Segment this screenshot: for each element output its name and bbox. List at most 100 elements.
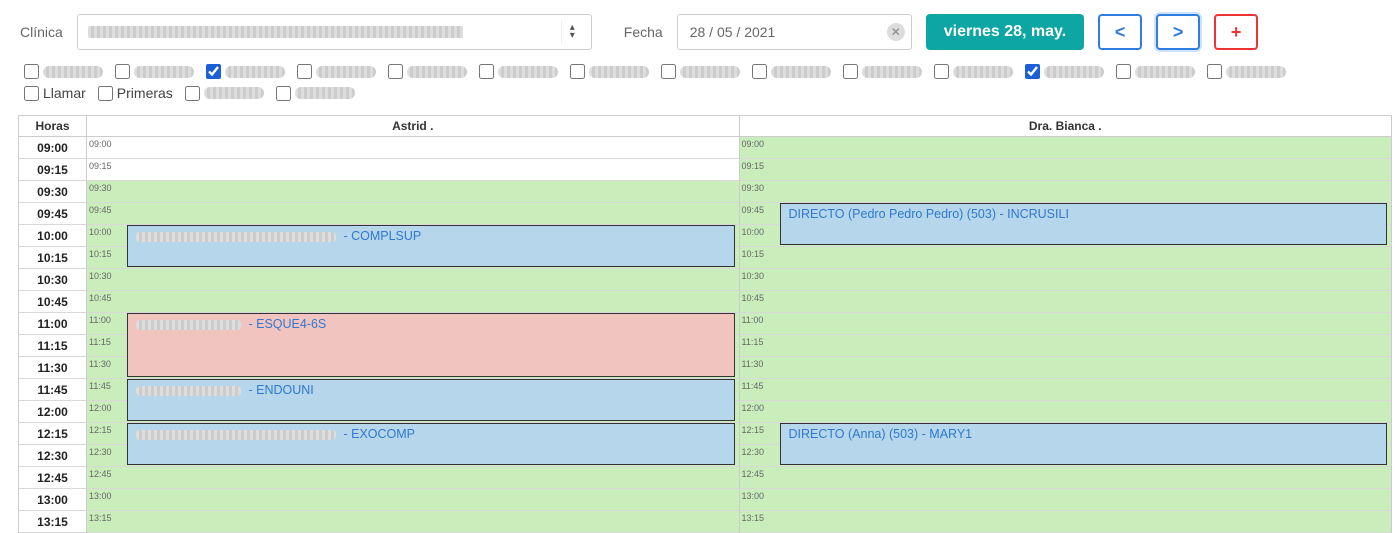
cell-time-label: 13:15	[89, 513, 112, 523]
schedule-cell[interactable]: 11:30	[740, 357, 1392, 379]
schedule-cell[interactable]: 11:45	[740, 379, 1392, 401]
schedule-cell[interactable]: 09:30	[740, 181, 1392, 203]
schedule-cell[interactable]: 10:45	[740, 291, 1392, 313]
next-day-button[interactable]: >	[1156, 14, 1200, 50]
clear-date-icon[interactable]: ✕	[887, 23, 905, 41]
time-slot: 10:30	[19, 269, 86, 291]
cell-time-label: 12:30	[742, 447, 765, 457]
filter-llamar[interactable]: Llamar	[24, 85, 86, 101]
clinic-value-blurred	[88, 26, 463, 38]
prev-day-button[interactable]: <	[1098, 14, 1142, 50]
filter-check-0-checkbox[interactable]	[24, 64, 39, 79]
filter-check-12[interactable]	[1116, 64, 1195, 79]
cell-time-label: 10:15	[742, 249, 765, 259]
filter-check-2[interactable]	[206, 64, 285, 79]
filter-check-8-checkbox[interactable]	[752, 64, 767, 79]
schedule-cell[interactable]: 12:00	[740, 401, 1392, 423]
schedule-cell[interactable]: 12:45	[87, 467, 739, 489]
filter-check-1[interactable]	[115, 64, 194, 79]
schedule-cell[interactable]: 09:15	[87, 159, 739, 181]
filter-check-9-checkbox[interactable]	[843, 64, 858, 79]
schedule-cell[interactable]: 09:30	[87, 181, 739, 203]
provider-header-0: Astrid .	[87, 116, 740, 136]
filter-check-5[interactable]	[479, 64, 558, 79]
filter-check-10-checkbox[interactable]	[934, 64, 949, 79]
schedule-cell[interactable]: 13:00	[740, 489, 1392, 511]
cell-time-label: 12:15	[89, 425, 112, 435]
time-slot: 11:45	[19, 379, 86, 401]
schedule-cell[interactable]: 10:30	[87, 269, 739, 291]
filter-check-4[interactable]	[388, 64, 467, 79]
schedule-cell[interactable]: 12:45	[740, 467, 1392, 489]
filter-check-7[interactable]	[661, 64, 740, 79]
date-input[interactable]: 28 / 05 / 2021 ✕	[677, 14, 912, 50]
cell-time-label: 12:30	[89, 447, 112, 457]
filter-check-3-checkbox[interactable]	[297, 64, 312, 79]
filter-check-11-checkbox[interactable]	[1025, 64, 1040, 79]
time-slot: 11:15	[19, 335, 86, 357]
filter-check-10[interactable]	[934, 64, 1013, 79]
cell-time-label: 10:00	[89, 227, 112, 237]
filter-check-13-checkbox[interactable]	[1207, 64, 1222, 79]
filter-check-4-checkbox[interactable]	[388, 64, 403, 79]
schedule-cell[interactable]: 10:15	[740, 247, 1392, 269]
filter-check-8[interactable]	[752, 64, 831, 79]
provider-column-0[interactable]: 09:0009:1509:3009:4510:0010:1510:3010:45…	[87, 137, 740, 533]
time-slot: 12:15	[19, 423, 86, 445]
appointment[interactable]: - ESQUE4-6S	[127, 313, 735, 377]
filter-primeras-checkbox[interactable]	[98, 86, 113, 101]
filter-blur-b[interactable]	[276, 86, 355, 101]
schedule-cell[interactable]: 11:00	[740, 313, 1392, 335]
cell-time-label: 10:30	[742, 271, 765, 281]
cell-time-label: 12:45	[89, 469, 112, 479]
schedule-cell[interactable]: 13:00	[87, 489, 739, 511]
filter-blur-a[interactable]	[185, 86, 264, 101]
filter-primeras[interactable]: Primeras	[98, 85, 173, 101]
filter-check-9[interactable]	[843, 64, 922, 79]
filter-blur-a-checkbox[interactable]	[185, 86, 200, 101]
cell-time-label: 10:45	[742, 293, 765, 303]
time-slot: 12:30	[19, 445, 86, 467]
header: Clínica ▴▾ Fecha 28 / 05 / 2021 ✕ vierne…	[0, 0, 1400, 60]
filter-llamar-checkbox[interactable]	[24, 86, 39, 101]
filter-check-3[interactable]	[297, 64, 376, 79]
cell-time-label: 13:00	[742, 491, 765, 501]
appointment[interactable]: - COMPLSUP	[127, 225, 735, 267]
filter-check-6[interactable]	[570, 64, 649, 79]
filter-check-11[interactable]	[1025, 64, 1104, 79]
clinic-select[interactable]: ▴▾	[77, 14, 592, 50]
cell-time-label: 09:15	[742, 161, 765, 171]
appointment[interactable]: - EXOCOMP	[127, 423, 735, 465]
appointment[interactable]: - ENDOUNI	[127, 379, 735, 421]
schedule-cell[interactable]: 10:45	[87, 291, 739, 313]
filter-check-12-checkbox[interactable]	[1116, 64, 1131, 79]
filter-check-13[interactable]	[1207, 64, 1286, 79]
filter-blur-b-checkbox[interactable]	[276, 86, 291, 101]
schedule-cell[interactable]: 09:15	[740, 159, 1392, 181]
cell-time-label: 09:15	[89, 161, 112, 171]
cell-time-label: 11:00	[742, 315, 764, 325]
filter-check-6-checkbox[interactable]	[570, 64, 585, 79]
filter-check-2-checkbox[interactable]	[206, 64, 221, 79]
date-label: Fecha	[624, 24, 663, 40]
cell-time-label: 09:00	[89, 139, 112, 149]
schedule-cell[interactable]: 09:45	[87, 203, 739, 225]
time-slot: 09:15	[19, 159, 86, 181]
filter-check-7-checkbox[interactable]	[661, 64, 676, 79]
filter-check-5-checkbox[interactable]	[479, 64, 494, 79]
appointment[interactable]: DIRECTO (Pedro Pedro Pedro) (503) - INCR…	[780, 203, 1388, 245]
schedule-cell[interactable]: 09:00	[87, 137, 739, 159]
appointment-label: DIRECTO (Anna) (503) - MARY1	[789, 427, 973, 441]
time-slot: 10:45	[19, 291, 86, 313]
schedule-cell[interactable]: 11:15	[740, 335, 1392, 357]
schedule-cell[interactable]: 09:00	[740, 137, 1392, 159]
appointment-label: DIRECTO (Pedro Pedro Pedro) (503) - INCR…	[789, 207, 1069, 221]
appointment[interactable]: DIRECTO (Anna) (503) - MARY1	[780, 423, 1388, 465]
add-button[interactable]: +	[1214, 14, 1258, 50]
schedule: Horas Astrid . Dra. Bianca . 09:0009:150…	[18, 115, 1392, 533]
schedule-cell[interactable]: 10:30	[740, 269, 1392, 291]
time-slot: 12:00	[19, 401, 86, 423]
filter-check-1-checkbox[interactable]	[115, 64, 130, 79]
filter-check-0[interactable]	[24, 64, 103, 79]
provider-column-1[interactable]: 09:0009:1509:3009:4510:0010:1510:3010:45…	[740, 137, 1392, 533]
